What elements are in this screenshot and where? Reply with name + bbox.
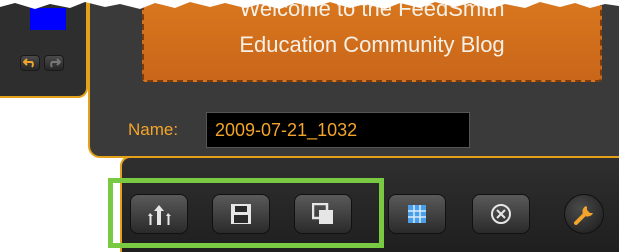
left-tool-strip — [0, 0, 88, 98]
undo-icon — [23, 58, 34, 68]
name-input[interactable] — [206, 112, 470, 148]
grid-button[interactable] — [388, 194, 446, 234]
copy-button[interactable] — [294, 194, 352, 234]
save-icon — [231, 204, 251, 224]
cancel-button[interactable] — [472, 194, 530, 234]
undo-button[interactable] — [20, 55, 40, 71]
redo-icon — [50, 58, 61, 68]
share-button[interactable] — [130, 194, 188, 234]
save-button[interactable] — [212, 194, 270, 234]
share-icon — [148, 205, 171, 225]
copy-icon — [312, 203, 333, 224]
banner-title-line2: Education Community Blog — [239, 32, 505, 57]
torn-edge — [0, 0, 619, 9]
settings-button[interactable] — [564, 194, 604, 234]
redo-button[interactable] — [44, 55, 64, 71]
grid-icon — [408, 205, 426, 223]
close-circle-icon — [491, 204, 511, 224]
wrench-icon — [574, 206, 593, 225]
name-label: Name: — [128, 120, 179, 139]
